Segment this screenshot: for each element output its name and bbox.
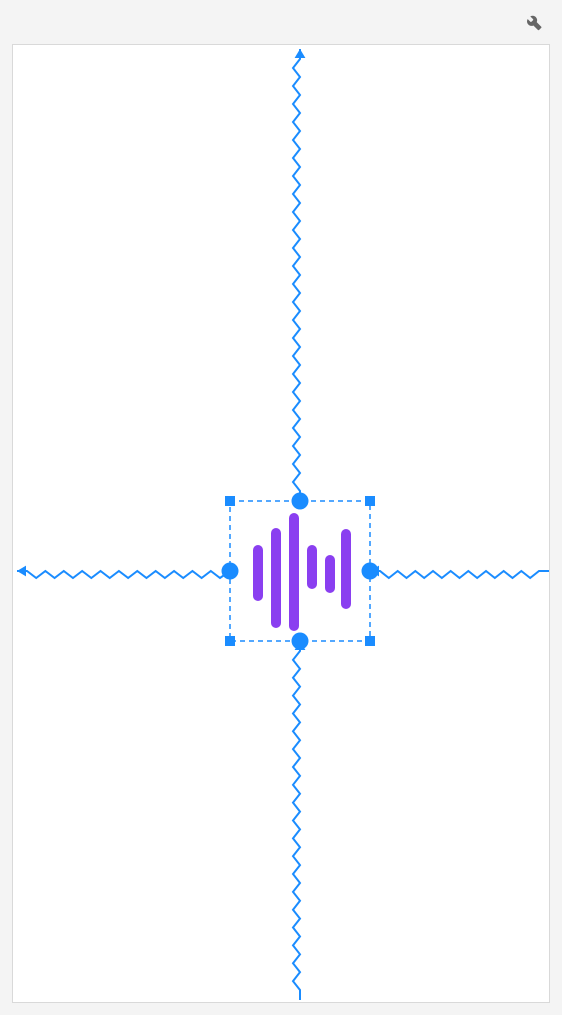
waveform-icon[interactable] xyxy=(253,513,351,631)
wrench-icon[interactable] xyxy=(524,12,544,32)
canvas-svg xyxy=(13,45,550,1003)
spring-top-arrow xyxy=(295,49,306,58)
spring-left[interactable] xyxy=(17,571,230,578)
waveform-bar-4 xyxy=(325,555,335,593)
edge-handle-0[interactable] xyxy=(292,493,309,510)
corner-handle-1[interactable] xyxy=(365,496,375,506)
waveform-bar-5 xyxy=(341,529,351,609)
edge-handle-1[interactable] xyxy=(292,633,309,650)
spring-top[interactable] xyxy=(293,49,300,501)
editor-toolbar xyxy=(0,0,562,44)
waveform-bar-1 xyxy=(271,528,281,628)
edge-handle-2[interactable] xyxy=(222,563,239,580)
edge-handle-3[interactable] xyxy=(362,563,379,580)
spring-right[interactable] xyxy=(370,571,549,578)
waveform-bar-2 xyxy=(289,513,299,631)
waveform-bar-3 xyxy=(307,545,317,589)
corner-handle-0[interactable] xyxy=(225,496,235,506)
waveform-bar-0 xyxy=(253,545,263,601)
layout-canvas[interactable] xyxy=(12,44,550,1003)
corner-handle-2[interactable] xyxy=(225,636,235,646)
spring-left-arrow xyxy=(17,566,26,577)
corner-handle-3[interactable] xyxy=(365,636,375,646)
spring-bottom[interactable] xyxy=(293,641,300,1000)
